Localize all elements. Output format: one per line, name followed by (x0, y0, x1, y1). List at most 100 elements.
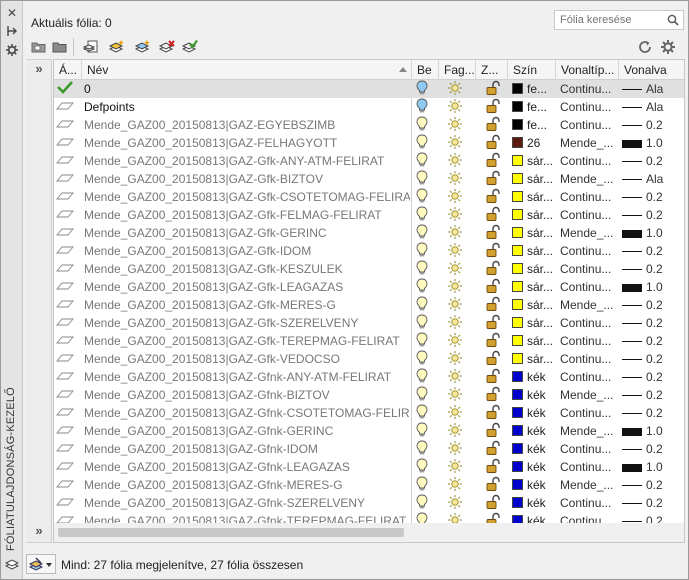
layer-row[interactable]: Mende_GAZ00_20150813|GAZ-Gfnk-CSOTETOMAG… (54, 404, 684, 422)
layer-row[interactable]: Mende_GAZ00_20150813|GAZ-Gfk-KESZULEK sár… (54, 260, 684, 278)
padlock-unlocked-icon[interactable] (484, 296, 502, 314)
layer-status-icon[interactable] (56, 422, 80, 440)
layer-color[interactable]: sár... (512, 224, 554, 242)
lightbulb-icon[interactable] (416, 314, 434, 332)
layer-linetype[interactable]: Mende_... (560, 224, 618, 242)
lightbulb-icon[interactable] (416, 224, 434, 242)
layer-name[interactable]: Mende_GAZ00_20150813|GAZ-Gfnk-BIZTOV (84, 386, 410, 404)
layer-row[interactable]: Mende_GAZ00_20150813|GAZ-Gfk-TEREPMAG-FE… (54, 332, 684, 350)
layer-linetype[interactable]: Continu... (560, 368, 618, 386)
lightbulb-icon[interactable] (416, 350, 434, 368)
settings-gear-icon[interactable] (660, 39, 676, 55)
layer-linetype[interactable]: Continu... (560, 332, 618, 350)
layer-name[interactable]: Mende_GAZ00_20150813|GAZ-Gfk-IDOM (84, 242, 410, 260)
layer-name[interactable]: Mende_GAZ00_20150813|GAZ-Gfk-TEREPMAG-FE… (84, 332, 410, 350)
layer-status-icon[interactable] (56, 404, 80, 422)
properties-gear-icon[interactable] (5, 43, 19, 57)
layer-lineweight[interactable]: 0.2 (622, 440, 684, 458)
layer-name[interactable]: Defpoints (84, 98, 410, 116)
layer-lineweight[interactable]: Ala (622, 98, 684, 116)
lightbulb-icon[interactable] (416, 404, 434, 422)
layer-name[interactable]: Mende_GAZ00_20150813|GAZ-Gfk-SZERELVENY (84, 314, 410, 332)
layer-linetype[interactable]: Continu... (560, 350, 618, 368)
layer-status-icon[interactable] (56, 332, 80, 350)
layer-name[interactable]: Mende_GAZ00_20150813|GAZ-Gfk-BIZTOV (84, 170, 410, 188)
lightbulb-icon[interactable] (416, 242, 434, 260)
layer-color[interactable]: kék (512, 440, 554, 458)
layer-search-box[interactable] (554, 10, 684, 30)
layer-lineweight[interactable]: 0.2 (622, 350, 684, 368)
layer-color[interactable]: sár... (512, 188, 554, 206)
layer-lineweight[interactable]: 1.0 (622, 278, 684, 296)
layer-lineweight[interactable]: 1.0 (622, 134, 684, 152)
padlock-unlocked-icon[interactable] (484, 494, 502, 512)
refresh-icon[interactable] (637, 39, 653, 55)
column-on[interactable]: Be (412, 60, 439, 80)
layer-name[interactable]: Mende_GAZ00_20150813|GAZ-EGYEBSZIMB (84, 116, 410, 134)
layer-linetype[interactable]: Mende_... (560, 386, 618, 404)
lightbulb-icon[interactable] (416, 278, 434, 296)
layer-lineweight[interactable]: 0.2 (622, 116, 684, 134)
layer-lineweight[interactable]: 0.2 (622, 260, 684, 278)
layer-color[interactable]: 26 (512, 134, 554, 152)
layer-row[interactable]: Mende_GAZ00_20150813|GAZ-Gfk-IDOM sár... C… (54, 242, 684, 260)
layer-status-icon[interactable] (56, 296, 80, 314)
column-color[interactable]: Szín (508, 60, 556, 80)
padlock-unlocked-icon[interactable] (484, 404, 502, 422)
column-freeze[interactable]: Fag... (439, 60, 476, 80)
layer-status-icon[interactable] (56, 170, 80, 188)
layer-lineweight[interactable]: 0.2 (622, 314, 684, 332)
lightbulb-icon[interactable] (416, 260, 434, 278)
sun-icon[interactable] (447, 314, 465, 332)
column-lineweight[interactable]: Vonalva (619, 60, 684, 80)
layer-lineweight[interactable]: Ala (622, 170, 684, 188)
set-current-icon[interactable] (181, 39, 198, 55)
padlock-unlocked-icon[interactable] (484, 440, 502, 458)
lightbulb-icon[interactable] (416, 422, 434, 440)
layer-linetype[interactable]: Continu... (560, 116, 618, 134)
layer-name[interactable]: Mende_GAZ00_20150813|GAZ-Gfnk-GERINC (84, 422, 410, 440)
lightbulb-icon[interactable] (416, 494, 434, 512)
layer-row[interactable]: Mende_GAZ00_20150813|GAZ-Gfk-VEDOCSO sár.… (54, 350, 684, 368)
layer-status-icon[interactable] (56, 476, 80, 494)
lightbulb-icon[interactable] (416, 476, 434, 494)
layer-lineweight[interactable]: 1.0 (622, 224, 684, 242)
layer-name[interactable]: Mende_GAZ00_20150813|GAZ-Gfk-FELMAG-FELI… (84, 206, 410, 224)
layer-lineweight[interactable]: 0.2 (622, 152, 684, 170)
layer-color[interactable]: sár... (512, 314, 554, 332)
layer-lineweight[interactable]: 0.2 (622, 242, 684, 260)
sun-icon[interactable] (447, 458, 465, 476)
sun-icon[interactable] (447, 476, 465, 494)
sun-icon[interactable] (447, 440, 465, 458)
layer-linetype[interactable]: Continu... (560, 152, 618, 170)
layer-lineweight[interactable]: 0.2 (622, 476, 684, 494)
padlock-unlocked-icon[interactable] (484, 80, 502, 98)
layer-status-icon[interactable] (56, 386, 80, 404)
column-status[interactable]: Á... (54, 60, 82, 80)
lightbulb-icon[interactable] (416, 332, 434, 350)
layer-name[interactable]: Mende_GAZ00_20150813|GAZ-Gfk-LEAGAZAS (84, 278, 410, 296)
padlock-unlocked-icon[interactable] (484, 332, 502, 350)
lightbulb-icon[interactable] (416, 368, 434, 386)
layer-status-icon[interactable] (56, 188, 80, 206)
layer-linetype[interactable]: Continu... (560, 188, 618, 206)
layer-linetype[interactable]: Continu... (560, 242, 618, 260)
scrollbar-thumb[interactable] (58, 528, 404, 537)
layer-status-icon[interactable] (56, 494, 80, 512)
layer-linetype[interactable]: Continu... (560, 98, 618, 116)
layer-row[interactable]: Mende_GAZ00_20150813|GAZ-Gfk-CSOTETOMAG-… (54, 188, 684, 206)
sun-icon[interactable] (447, 332, 465, 350)
layer-color[interactable]: kék (512, 458, 554, 476)
layer-lineweight[interactable]: Ala (622, 80, 684, 98)
padlock-unlocked-icon[interactable] (484, 260, 502, 278)
layer-row[interactable]: Mende_GAZ00_20150813|GAZ-Gfnk-MERES-G kék… (54, 476, 684, 494)
padlock-unlocked-icon[interactable] (484, 386, 502, 404)
sun-icon[interactable] (447, 350, 465, 368)
layer-row[interactable]: Mende_GAZ00_20150813|GAZ-Gfk-FELMAG-FELI… (54, 206, 684, 224)
layer-status-icon[interactable] (56, 314, 80, 332)
layer-linetype[interactable]: Continu... (560, 314, 618, 332)
layer-color[interactable]: sár... (512, 332, 554, 350)
layer-color[interactable]: kék (512, 368, 554, 386)
lightbulb-icon[interactable] (416, 296, 434, 314)
layer-row[interactable]: Mende_GAZ00_20150813|GAZ-Gfnk-BIZTOV kék M… (54, 386, 684, 404)
